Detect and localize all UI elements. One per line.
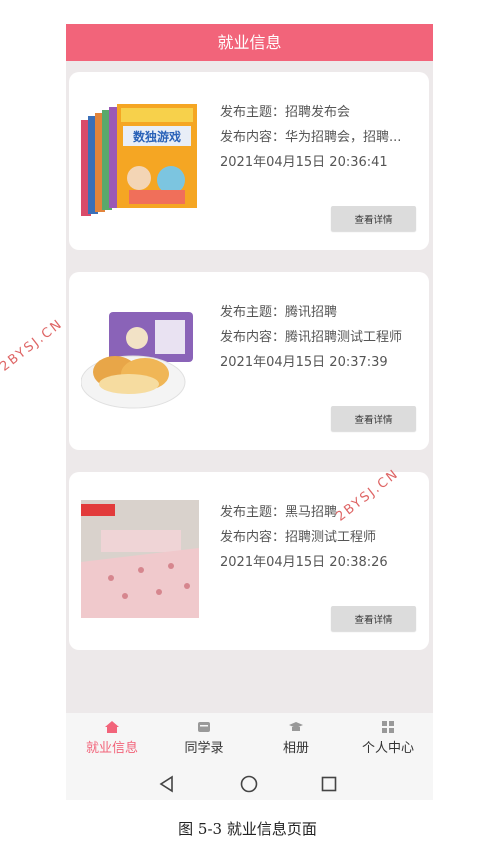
tab-label: 就业信息 (85, 741, 138, 756)
job-subject-line: 发布主题：腾讯招聘 (220, 300, 430, 325)
subject-label: 发布主题： (220, 105, 286, 120)
job-content-line: 发布内容：腾讯招聘测试工程师 (220, 325, 430, 350)
system-nav-bar (66, 767, 433, 800)
job-card[interactable]: 数独游戏 发布主题：招聘发布会 发布内容：华为招聘会，招聘... 2021年04… (69, 72, 429, 250)
content-label: 发布内容： (220, 130, 286, 145)
content-label: 发布内容： (220, 330, 286, 345)
job-content: 腾讯招聘测试工程师 (285, 330, 403, 345)
tab-label: 相册 (282, 741, 309, 756)
job-content: 招聘测试工程师 (285, 530, 377, 545)
tab-profile[interactable]: 个人中心 (342, 713, 433, 767)
job-subject: 招聘发布会 (285, 105, 351, 120)
job-thumbnail-bed (81, 500, 199, 618)
job-content: 华为招聘会，招聘... (285, 130, 402, 145)
job-content-line: 发布内容：华为招聘会，招聘... (220, 125, 430, 150)
back-triangle-icon[interactable] (157, 774, 177, 794)
job-thumbnail-bread (81, 300, 199, 418)
job-subject: 黑马招聘 (285, 505, 338, 520)
subject-label: 发布主题： (220, 305, 286, 320)
page-header: 就业信息 (66, 24, 433, 61)
watermark: 2BYSJ.CN (0, 316, 67, 375)
view-details-button[interactable]: 查看详情 (331, 206, 416, 231)
figure-caption: 图 5-3 就业信息页面 (178, 820, 317, 838)
page-title: 就业信息 (217, 33, 282, 52)
tab-label: 同学录 (184, 741, 224, 756)
job-subject: 腾讯招聘 (285, 305, 338, 320)
job-subject-line: 发布主题：黑马招聘 (220, 500, 430, 525)
job-time: 2021年04月15日 20:36:41 (220, 155, 388, 170)
tab-album[interactable]: 相册 (250, 713, 342, 767)
home-circle-icon[interactable] (239, 774, 259, 794)
job-info: 发布主题：黑马招聘 发布内容：招聘测试工程师 2021年04月15日 20:38… (220, 500, 430, 575)
view-details-button[interactable]: 查看详情 (331, 406, 416, 431)
grid-icon (382, 721, 394, 733)
tab-employment-info[interactable]: 就业信息 (66, 713, 158, 767)
subject-label: 发布主题： (220, 505, 286, 520)
tab-label: 个人中心 (361, 741, 414, 756)
phone-screen: 就业信息 数独游戏 发布主题：招聘发布会 发布内容：华为招聘会，招聘... 20… (66, 24, 433, 800)
content-label: 发布内容： (220, 530, 286, 545)
job-info: 发布主题：招聘发布会 发布内容：华为招聘会，招聘... 2021年04月15日 … (220, 100, 430, 175)
book-title: 数独游戏 (133, 129, 181, 144)
view-details-button[interactable]: 查看详情 (331, 606, 416, 631)
job-content-line: 发布内容：招聘测试工程师 (220, 525, 430, 550)
job-subject-line: 发布主题：招聘发布会 (220, 100, 430, 125)
job-time: 2021年04月15日 20:37:39 (220, 355, 388, 370)
contacts-icon (198, 722, 210, 732)
job-info: 发布主题：腾讯招聘 发布内容：腾讯招聘测试工程师 2021年04月15日 20:… (220, 300, 430, 375)
recents-square-icon[interactable] (319, 774, 339, 794)
job-card[interactable]: 发布主题：腾讯招聘 发布内容：腾讯招聘测试工程师 2021年04月15日 20:… (69, 272, 429, 450)
tab-classmates[interactable]: 同学录 (158, 713, 250, 767)
bottom-tab-bar: 就业信息 同学录 相册 个人中心 (66, 713, 433, 767)
job-thumbnail-books: 数独游戏 (81, 100, 199, 218)
home-icon (105, 721, 119, 733)
job-time: 2021年04月15日 20:38:26 (220, 555, 388, 570)
graduation-cap-icon (289, 722, 303, 731)
